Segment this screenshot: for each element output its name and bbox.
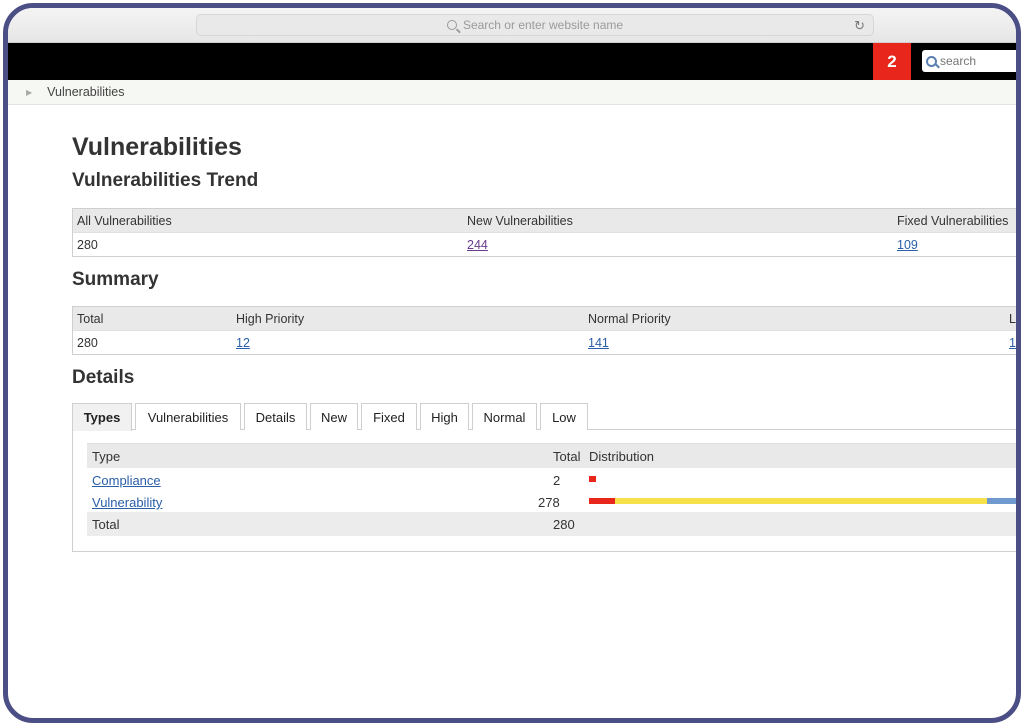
types-table-footer: Total 280: [87, 512, 1016, 536]
tab-details-label: Details: [255, 409, 296, 425]
trend-value-all: 280: [77, 238, 98, 252]
tab-vulnerabilities[interactable]: Vulnerabilities: [135, 403, 241, 430]
trend-header-all: All Vulnerabilities: [77, 214, 172, 228]
summary-value-total: 280: [77, 336, 98, 350]
summary-value-low-link[interactable]: 1: [1009, 336, 1016, 350]
tab-low-label: Low: [552, 409, 576, 425]
tab-vulnerabilities-label: Vulnerabilities: [147, 409, 229, 425]
trend-table: All Vulnerabilities New Vulnerabilities …: [72, 208, 1016, 257]
trend-header-new: New Vulnerabilities: [467, 214, 573, 228]
tab-normal-label: Normal: [483, 409, 526, 425]
summary-table-header: Total High Priority Normal Priority L: [73, 307, 1016, 331]
address-bar-placeholder: Search or enter website name: [462, 18, 624, 32]
page-title: Vulnerabilities: [72, 133, 242, 161]
summary-header-normal: Normal Priority: [588, 312, 671, 326]
types-footer-label: Total: [92, 517, 120, 532]
tab-fixed-label: Fixed: [373, 409, 405, 425]
details-tabs: Types Vulnerabilities Details New Fixed …: [72, 403, 1016, 431]
reload-icon[interactable]: ↻: [854, 18, 865, 34]
summary-table: Total High Priority Normal Priority L 28…: [72, 306, 1016, 355]
type-link-vulnerability[interactable]: Vulnerability: [92, 495, 162, 510]
distribution-segment-high: [589, 498, 615, 504]
trend-value-fixed-link[interactable]: 109: [897, 238, 918, 252]
notification-count: 2: [887, 51, 897, 71]
type-link-compliance[interactable]: Compliance: [92, 473, 161, 488]
types-header-type: Type: [92, 449, 121, 464]
summary-heading: Summary: [72, 269, 159, 290]
trend-value-new-link[interactable]: 244: [467, 238, 488, 252]
trend-heading: Vulnerabilities Trend: [72, 170, 259, 191]
table-row: Vulnerability 278: [87, 490, 1016, 512]
breadcrumb-current: Vulnerabilities: [47, 85, 125, 99]
summary-header-low: L: [1009, 312, 1016, 326]
summary-header-high: High Priority: [236, 312, 305, 326]
summary-value-high-link[interactable]: 12: [236, 336, 250, 350]
tab-high[interactable]: High: [420, 403, 469, 430]
trend-table-row: 280 244 109: [73, 233, 1016, 256]
tab-types-label: Types: [83, 410, 121, 425]
tab-low[interactable]: Low: [540, 403, 588, 430]
types-panel: Type Total Distribution Compliance 2 Vul…: [72, 430, 1016, 552]
types-footer-total: 280: [553, 517, 575, 532]
summary-header-total: Total: [77, 312, 104, 326]
types-header-distribution: Distribution: [589, 449, 655, 464]
table-row: Compliance 2: [87, 468, 1016, 490]
summary-value-normal-link[interactable]: 141: [588, 336, 609, 350]
distribution-segment-high: [589, 476, 596, 482]
search-icon: [446, 20, 457, 30]
tab-new[interactable]: New: [310, 403, 358, 430]
browser-toolbar: Search or enter website name ↻: [8, 8, 1016, 43]
notification-badge[interactable]: 2: [873, 43, 911, 80]
app-header: 2: [8, 43, 1016, 80]
types-header-total: Total: [553, 449, 581, 464]
tab-high-label: High: [431, 409, 458, 425]
summary-table-row: 280 12 141 1: [73, 331, 1016, 354]
screen-frame: Search or enter website name ↻ 2 ▶ Vulne…: [3, 3, 1021, 723]
trend-table-header: All Vulnerabilities New Vulnerabilities …: [73, 209, 1016, 233]
breadcrumb: ▶ Vulnerabilities: [8, 80, 1016, 105]
tab-normal[interactable]: Normal: [472, 403, 537, 430]
tab-new-label: New: [320, 409, 347, 425]
distribution-segment-normal: [615, 498, 987, 504]
magnifier-icon: [926, 55, 937, 67]
header-search-input[interactable]: [940, 54, 1016, 68]
type-total-vulnerability: 278: [538, 495, 560, 510]
tab-fixed[interactable]: Fixed: [361, 403, 417, 430]
type-total-compliance: 2: [553, 473, 561, 488]
types-table: Type Total Distribution Compliance 2 Vul…: [87, 443, 1016, 536]
address-bar[interactable]: Search or enter website name ↻: [196, 14, 874, 36]
details-heading: Details: [72, 367, 135, 388]
types-table-header: Type Total Distribution: [87, 443, 1016, 468]
distribution-segment-low: [987, 498, 1016, 504]
tab-types[interactable]: Types: [72, 403, 132, 431]
distribution-bar-compliance: [589, 476, 596, 482]
header-search[interactable]: [922, 50, 1016, 72]
tab-details[interactable]: Details: [244, 403, 307, 430]
distribution-bar-vulnerability: [589, 498, 1016, 504]
trend-header-fixed: Fixed Vulnerabilities: [897, 214, 1009, 228]
breadcrumb-arrow-icon[interactable]: ▶: [26, 88, 32, 97]
